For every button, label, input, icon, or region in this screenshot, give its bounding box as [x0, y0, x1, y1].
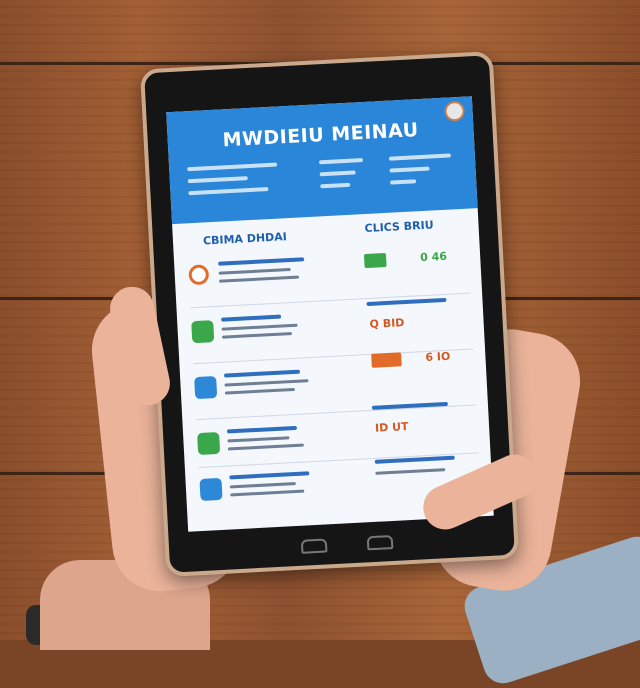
left-section-title: CBIMA DHDAI — [202, 230, 288, 248]
menu-row[interactable] — [199, 467, 361, 515]
price-label: Q BID — [369, 316, 405, 331]
menu-row[interactable] — [197, 421, 359, 469]
menu-row[interactable] — [188, 253, 350, 301]
header-text-block — [388, 153, 461, 193]
header-text-block — [318, 158, 371, 197]
menu-orange-icon — [188, 264, 210, 286]
right-section-title: CLICS BRIU — [364, 218, 434, 236]
menu-blue-icon — [199, 477, 223, 502]
menu-row[interactable] — [194, 365, 356, 413]
menu-title: MWDIEIU MEINAU — [222, 119, 420, 152]
menu-row[interactable] — [191, 309, 353, 357]
tablet-screen: MWDIEIU MEINAU CBIMA DHDAI CLICS BRIU 0 … — [166, 96, 494, 532]
wood-plank — [0, 0, 640, 65]
price-label: 6 IO — [425, 349, 451, 365]
header-text-block — [187, 162, 285, 203]
home-button-icon[interactable] — [366, 534, 394, 551]
menu-green-icon — [197, 431, 221, 456]
menu-header: MWDIEIU MEINAU — [166, 96, 478, 225]
price-label: ID UT — [374, 420, 409, 435]
green-badge — [363, 252, 387, 269]
price-label: 0 46 — [419, 249, 448, 265]
orange-badge — [371, 352, 402, 368]
menu-blue-icon — [194, 376, 218, 400]
price-row: 0 46 — [363, 249, 464, 269]
menu-green-icon — [191, 320, 215, 344]
back-button-icon[interactable] — [300, 538, 328, 554]
